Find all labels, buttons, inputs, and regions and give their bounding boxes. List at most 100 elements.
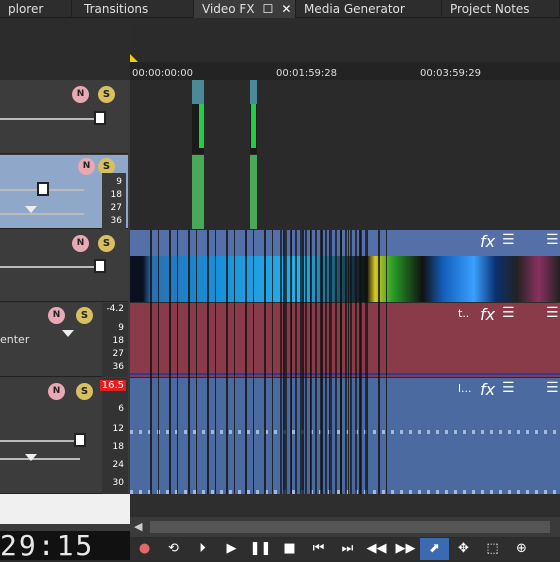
meter-tick: 9	[116, 177, 122, 187]
level-slider-track	[0, 118, 100, 120]
prev-frame-icon[interactable]: ◀◀	[362, 538, 391, 560]
track-header-audio-selected[interactable]: N S 9 18 27 36	[0, 155, 128, 229]
window-tab-bar: plorer Transitions Video FX ☐ ✕ Media Ge…	[0, 0, 560, 18]
peak-indicator: 16.5	[99, 380, 126, 391]
volume-slider-knob[interactable]	[74, 433, 86, 447]
pan-slider-track	[0, 213, 84, 215]
video-lane-1[interactable]	[130, 80, 560, 154]
track-label: enter	[0, 333, 30, 346]
meter-tick: -4.2	[106, 304, 124, 314]
loop-icon[interactable]: ⟲	[159, 538, 188, 560]
audio-lane-1[interactable]	[130, 155, 560, 229]
solo-icon[interactable]: S	[76, 307, 93, 324]
transport-bar: ● ⟲ ⏵ ▶ ❚❚ ■ ⏮ ⏭ ◀◀ ▶▶ ⬈ ✥ ⬚ ⊕	[130, 538, 560, 560]
go-to-end-icon[interactable]: ⏭	[333, 538, 362, 560]
solo-icon[interactable]: S	[76, 383, 93, 400]
level-meter: -4.2 9 18 27 36	[102, 303, 128, 377]
track-header-video-2[interactable]: N S	[0, 230, 128, 302]
timeline-footer	[130, 494, 560, 518]
tab-label: Transitions	[84, 2, 149, 16]
loop-marker-icon[interactable]	[130, 54, 138, 62]
timecode-area-bg	[0, 494, 130, 524]
pause-icon[interactable]: ❚❚	[246, 538, 275, 560]
mute-icon[interactable]: N	[72, 235, 89, 252]
pan-marker-icon[interactable]	[25, 454, 37, 461]
meter-tick: 27	[112, 349, 124, 359]
meter-tick: 6	[118, 404, 124, 414]
track-header-audio-3[interactable]: N S 16.5 6 12 18 24 30	[0, 378, 128, 494]
maximize-icon[interactable]: ☐	[263, 0, 274, 18]
meter-tick: 27	[110, 203, 122, 213]
menu-icon[interactable]: ☰	[502, 380, 515, 396]
meter-tick: 9	[118, 323, 124, 333]
tab-video-fx[interactable]: Video FX ☐ ✕	[194, 0, 296, 18]
tab-label: Video FX	[202, 2, 255, 16]
tab-explorer[interactable]: plorer	[0, 0, 72, 18]
clip-thumbnail	[192, 80, 204, 104]
horizontal-scrollbar[interactable]: ◀	[130, 517, 560, 537]
track-header-video-1[interactable]: N S	[0, 80, 128, 154]
fx-icon[interactable]: fx	[480, 380, 495, 399]
tab-transitions[interactable]: Transitions	[72, 0, 194, 18]
solo-icon[interactable]: S	[98, 235, 115, 252]
level-slider-track	[0, 266, 100, 268]
meter-tick: 36	[112, 362, 124, 372]
volume-slider-knob[interactable]	[37, 182, 49, 196]
track-list-header	[0, 18, 130, 80]
fx-icon[interactable]: fx	[480, 232, 495, 251]
level-slider-knob[interactable]	[94, 259, 106, 273]
clip-thumbnail	[250, 80, 257, 104]
mute-icon[interactable]: N	[78, 158, 95, 175]
next-frame-icon[interactable]: ▶▶	[391, 538, 420, 560]
play-icon[interactable]: ▶	[217, 538, 246, 560]
scrollbar-thumb[interactable]	[150, 521, 550, 533]
ruler-time: 00:00:00:00	[132, 68, 194, 79]
pan-slider-track	[0, 458, 80, 460]
audio-clip[interactable]	[192, 155, 204, 229]
pan-marker-icon[interactable]	[25, 206, 37, 213]
audio-clip[interactable]	[250, 155, 257, 229]
mute-icon[interactable]: N	[48, 307, 65, 324]
menu-icon[interactable]: ☰	[546, 305, 559, 321]
tab-media-generator[interactable]: Media Generator	[296, 0, 442, 18]
timeline[interactable]: 00:00:00:00 00:01:59:28 00:03:59:29 fx ☰…	[130, 18, 560, 538]
tab-label: Project Notes	[450, 2, 530, 16]
timecode-value: 29:15	[0, 529, 95, 562]
tab-label: Media Generator	[304, 2, 405, 16]
menu-icon[interactable]: ☰	[546, 380, 559, 396]
selection-tool-icon[interactable]: ⬚	[478, 538, 507, 560]
mute-icon[interactable]: N	[48, 383, 65, 400]
track-header-panel: N S N S 9 18 27 36 N S N S enter -4.2 9	[0, 18, 130, 538]
level-meter: 9 18 27 36	[102, 173, 126, 229]
fx-icon[interactable]: fx	[480, 305, 495, 324]
envelope-tool-icon[interactable]: ✥	[449, 538, 478, 560]
record-icon[interactable]: ●	[130, 538, 159, 560]
scroll-left-icon[interactable]: ◀	[134, 520, 142, 533]
menu-icon[interactable]: ☰	[502, 305, 515, 321]
volume-slider-track	[0, 440, 80, 442]
level-bar	[251, 104, 256, 148]
go-to-start-icon[interactable]: ⏮	[304, 538, 333, 560]
close-icon[interactable]: ✕	[281, 0, 291, 18]
meter-tick: 18	[110, 190, 122, 200]
solo-icon[interactable]: S	[98, 86, 115, 103]
menu-icon[interactable]: ☰	[546, 232, 559, 248]
zoom-tool-icon[interactable]: ⊕	[507, 538, 536, 560]
play-from-start-icon[interactable]: ⏵	[188, 538, 217, 560]
normal-edit-tool-icon[interactable]: ⬈	[420, 538, 449, 560]
dropdown-icon[interactable]	[62, 330, 74, 337]
tab-project-notes[interactable]: Project Notes	[442, 0, 560, 18]
stop-icon[interactable]: ■	[275, 538, 304, 560]
mute-icon[interactable]: N	[72, 86, 89, 103]
level-bar	[199, 104, 204, 148]
menu-icon[interactable]: ☰	[502, 232, 515, 248]
meter-tick: 30	[112, 478, 124, 488]
timecode-display: 29:15	[0, 529, 130, 562]
clip-label: t..	[458, 307, 470, 320]
tab-label: plorer	[8, 2, 44, 16]
level-slider-knob[interactable]	[94, 111, 106, 125]
meter-tick: 12	[112, 424, 124, 434]
clip-label: l...	[458, 382, 472, 395]
track-header-audio-2[interactable]: N S enter -4.2 9 18 27 36	[0, 303, 128, 377]
event-edges	[280, 230, 370, 494]
